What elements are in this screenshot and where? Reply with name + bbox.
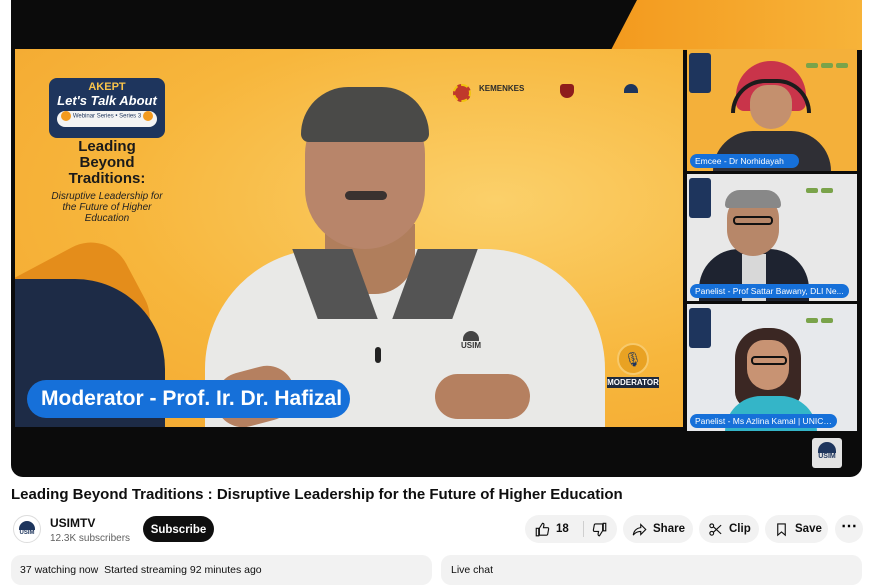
- scissors-icon: [709, 523, 722, 536]
- lapel-mic-icon: [375, 347, 381, 363]
- subscriber-count: 12.3K subscribers: [50, 533, 131, 544]
- panelist-tile-sattar: Panelist - Prof Sattar Bawany, DLI Ne...: [687, 174, 857, 301]
- panelist-hair: [725, 190, 781, 208]
- shirt-logo: USIM: [457, 331, 485, 361]
- mini-partner-logos: [803, 55, 851, 68]
- panelist-tile-emcee: Emcee - Dr Norhidayah: [687, 49, 857, 171]
- usim-corner-logo: USIM: [812, 438, 842, 468]
- subscribe-button[interactable]: Subscribe: [143, 516, 214, 542]
- glasses-icon: [751, 356, 787, 365]
- mini-brand-logo: [689, 178, 711, 218]
- main-speaker-view: AKEPT Let's Talk About Webinar Series • …: [15, 49, 683, 427]
- glasses-icon: [733, 216, 773, 225]
- mustache: [345, 191, 387, 200]
- like-dislike-group: 18: [525, 515, 617, 543]
- hand-right: [435, 374, 530, 419]
- channel-avatar[interactable]: USIM: [13, 515, 41, 543]
- mini-brand-logo: [689, 53, 711, 93]
- clip-label: Clip: [729, 523, 751, 535]
- panelist-caption: Panelist - Ms Azlina Kamal | UNICEF: [690, 414, 837, 428]
- moderator-badge: 🎙 MODERATOR: [607, 343, 659, 391]
- microphone-icon: 🎙: [624, 351, 642, 367]
- more-icon: ⋯: [841, 518, 857, 535]
- channel-name[interactable]: USIMTV: [50, 516, 95, 530]
- thumbs-down-icon: [592, 522, 607, 537]
- overlay-headline: Leading Beyond Traditions:: [68, 138, 146, 187]
- share-button[interactable]: Share: [623, 515, 693, 543]
- clip-button[interactable]: Clip: [699, 515, 759, 543]
- hair: [301, 87, 429, 142]
- video-title: Leading Beyond Traditions : Disruptive L…: [11, 486, 623, 503]
- webinar-brand-logo: AKEPT Let's Talk About Webinar Series • …: [49, 78, 165, 138]
- live-chat-panel[interactable]: Live chat: [441, 555, 862, 585]
- bookmark-icon: [777, 523, 786, 537]
- brand-series-text: Webinar Series • Series 3: [72, 113, 142, 120]
- moderator-video: USIM: [185, 79, 615, 427]
- share-label: Share: [653, 523, 685, 535]
- video-player[interactable]: AKEPT Let's Talk About Webinar Series • …: [11, 0, 862, 477]
- like-button[interactable]: 18: [525, 515, 583, 543]
- corner-logo-text: USIM: [818, 453, 836, 460]
- panelist-tile-azlina: Panelist - Ms Azlina Kamal | UNICEF: [687, 304, 857, 431]
- save-label: Save: [795, 523, 822, 535]
- overlay-subheadline: Disruptive Leadership for the Future of …: [51, 191, 163, 224]
- panelist-caption: Emcee - Dr Norhidayah: [690, 154, 799, 168]
- live-chat-header: Live chat: [451, 564, 494, 576]
- lower-third-caption: Moderator - Prof. Ir. Dr. Hafizal: [27, 380, 350, 418]
- mini-partner-logos: [803, 310, 851, 323]
- moderator-badge-label: MODERATOR: [607, 377, 659, 388]
- thumbs-up-icon: [535, 522, 550, 537]
- share-icon: [632, 523, 647, 536]
- dislike-button[interactable]: [584, 515, 617, 543]
- watching-count: 37 watching now: [20, 564, 99, 576]
- mini-partner-logos: [803, 180, 851, 193]
- brand-series-pill: Webinar Series • Series 3: [57, 111, 157, 127]
- overlay-title-block: Leading Beyond Traditions: Disruptive Le…: [49, 138, 165, 225]
- panelist-face: [747, 340, 789, 390]
- mini-brand-logo: [689, 308, 711, 348]
- stream-start-time: Started streaming 92 minutes ago: [104, 564, 262, 576]
- like-count: 18: [556, 523, 569, 535]
- background-swoosh: [611, 0, 862, 50]
- brand-line-1: AKEPT: [88, 81, 126, 93]
- panelist-caption: Panelist - Prof Sattar Bawany, DLI Ne...: [690, 284, 849, 298]
- video-description-box[interactable]: 37 watching now Started streaming 92 min…: [11, 555, 432, 585]
- shirt-logo-text: USIM: [461, 341, 481, 350]
- channel-avatar-text: USIM: [19, 530, 35, 536]
- brand-line-2: Let's Talk About: [57, 93, 157, 108]
- save-button[interactable]: Save: [765, 515, 828, 543]
- more-actions-button[interactable]: ⋯: [835, 515, 863, 543]
